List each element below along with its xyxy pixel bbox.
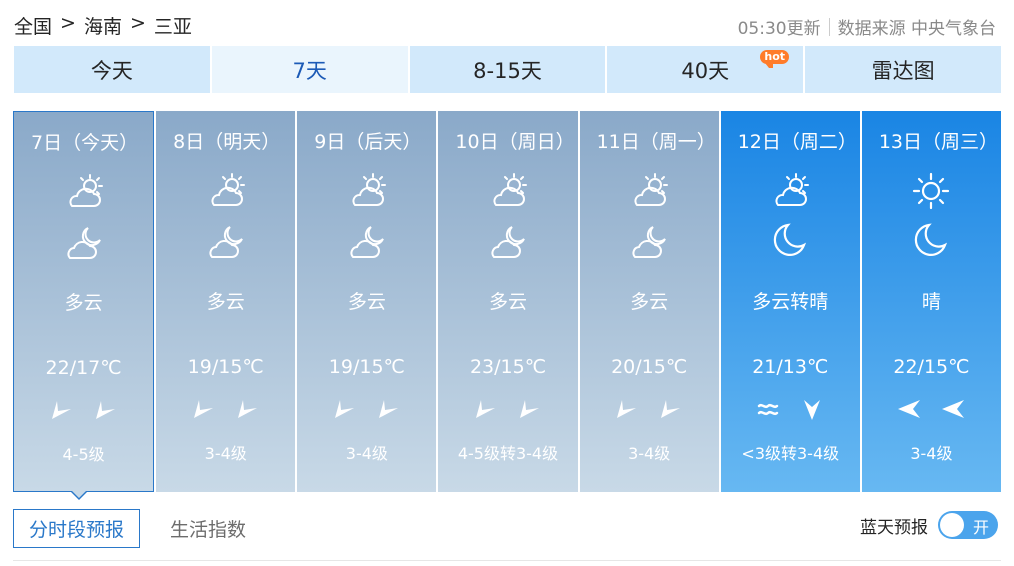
partly-cloudy-night-icon [202, 221, 250, 261]
wind-direction [156, 396, 295, 424]
arrow-left-icon [940, 396, 966, 424]
seven-day-forecast: 7日（今天） 多云 22/17℃ 4-5级 8日（明天） 多云 19/15℃ 3-4级 9日（后… [13, 111, 1001, 492]
day-date: 12日（周二） [737, 131, 857, 153]
weather-description: 晴 [921, 291, 941, 313]
variable-wind-icon [755, 396, 781, 424]
tab-life-index[interactable]: 生活指数 [170, 515, 246, 542]
partly-cloudy-night-icon [60, 222, 108, 262]
blue-sky-label: 蓝天预报 [860, 517, 928, 538]
partly-cloudy-day-icon [484, 171, 532, 211]
arrow-left-down-icon [93, 397, 119, 425]
tab-40-days[interactable]: 40天 hot [607, 46, 804, 93]
weather-description: 多云 [630, 291, 669, 313]
weather-description: 多云 [347, 291, 386, 313]
arrow-left-down-icon [614, 396, 640, 424]
arrow-left-down-icon [658, 396, 684, 424]
day-card[interactable]: 11日（周一） 多云 20/15℃ 3-4级 [579, 111, 719, 492]
day-card[interactable]: 13日（周三） 晴 22/15℃ 3-4级 [861, 111, 1001, 492]
day-date: 10日（周日） [455, 131, 575, 153]
day-card[interactable]: 9日（后天） 多云 19/15℃ 3-4级 [297, 111, 437, 492]
wind-direction [580, 396, 719, 424]
wind-direction [297, 396, 436, 424]
partly-cloudy-day-icon [343, 171, 391, 211]
bottom-tabs: 分时段预报 生活指数 [13, 509, 246, 548]
partly-cloudy-day-icon [766, 171, 814, 211]
wind-level: 3-4级 [204, 444, 247, 463]
toggle-knob [940, 513, 964, 537]
partly-cloudy-night-icon [625, 221, 673, 261]
arrow-left-down-icon [473, 396, 499, 424]
divider [828, 17, 830, 36]
breadcrumb-separator: > [129, 12, 146, 34]
wind-level: <3级转3-4级 [741, 444, 840, 463]
wind-direction [438, 396, 577, 424]
day-date: 9日（后天） [314, 131, 422, 153]
breadcrumb-item-country[interactable]: 全国 [14, 12, 52, 39]
weather-description: 多云 [64, 292, 103, 314]
moon-icon [766, 221, 814, 261]
temperature-range: 23/15℃ [469, 356, 547, 378]
partly-cloudy-day-icon [202, 171, 250, 211]
arrow-left-icon [896, 396, 922, 424]
temperature-range: 20/15℃ [611, 356, 688, 378]
wind-direction [721, 396, 860, 424]
partly-cloudy-night-icon [484, 221, 532, 261]
weather-description: 多云转晴 [752, 291, 829, 313]
tab-7-days[interactable]: 7天 [211, 46, 408, 93]
arrow-left-down-icon [49, 397, 75, 425]
wind-direction [862, 396, 1001, 424]
day-date: 11日（周一） [596, 131, 716, 153]
tab-8-15-days[interactable]: 8-15天 [409, 46, 606, 93]
tab-radar[interactable]: 雷达图 [805, 46, 1001, 93]
arrow-left-down-icon [191, 396, 217, 424]
day-card[interactable]: 8日（明天） 多云 19/15℃ 3-4级 [156, 111, 296, 492]
partly-cloudy-day-icon [60, 172, 108, 212]
arrow-left-down-icon [235, 396, 261, 424]
blue-sky-toggle[interactable]: 开 [938, 511, 998, 539]
tab-40-days-label: 40天 [681, 58, 730, 83]
wind-level: 4-5级转3-4级 [457, 444, 559, 463]
selected-day-pointer [70, 490, 88, 500]
divider [13, 560, 1001, 561]
weather-description: 多云 [488, 291, 527, 313]
breadcrumb-item-province[interactable]: 海南 [84, 12, 122, 39]
arrow-left-down-icon [332, 396, 358, 424]
partly-cloudy-day-icon [625, 171, 673, 211]
hot-badge: hot [760, 50, 790, 68]
wind-direction [14, 397, 153, 425]
day-date: 7日（今天） [31, 132, 139, 154]
day-date: 13日（周三） [878, 131, 999, 153]
day-card[interactable]: 7日（今天） 多云 22/17℃ 4-5级 [13, 111, 155, 492]
moon-icon [907, 221, 955, 261]
sun-icon [907, 171, 955, 211]
data-source: 05:30更新 数据来源 中央气象台 [738, 14, 996, 39]
day-card[interactable]: 10日（周日） 多云 23/15℃ 4-5级转3-4级 [438, 111, 578, 492]
tab-today[interactable]: 今天 [14, 46, 210, 93]
source-label: 数据来源 中央气象台 [837, 19, 996, 39]
arrow-left-down-icon [376, 396, 402, 424]
temperature-range: 21/13℃ [752, 356, 829, 378]
blue-sky-forecast: 蓝天预报 开 [860, 511, 998, 539]
breadcrumb-item-city: 三亚 [153, 16, 192, 38]
temperature-range: 22/15℃ [893, 356, 970, 378]
day-date: 8日（明天） [173, 131, 281, 153]
breadcrumb-separator: > [60, 12, 76, 34]
breadcrumb: 全国 > 海南 > 三亚 [14, 12, 192, 39]
tab-hourly-forecast[interactable]: 分时段预报 [13, 509, 141, 548]
temperature-range: 19/15℃ [328, 356, 405, 378]
wind-level: 3-4级 [910, 444, 953, 463]
arrow-left-down-icon [517, 396, 543, 424]
temperature-range: 19/15℃ [187, 356, 264, 378]
weather-description: 多云 [206, 291, 245, 313]
wind-level: 4-5级 [62, 445, 105, 464]
arrow-down-icon [799, 396, 825, 424]
temperature-range: 22/17℃ [45, 357, 122, 379]
wind-level: 3-4级 [628, 444, 671, 463]
forecast-tabs: 今天 7天 8-15天 40天 hot 雷达图 [14, 46, 1001, 93]
partly-cloudy-night-icon [343, 221, 391, 261]
wind-level: 3-4级 [345, 444, 388, 463]
day-card[interactable]: 12日（周二） 多云转晴 21/13℃ <3级转3-4级 [720, 111, 860, 492]
update-time: 05:30更新 [737, 19, 821, 39]
toggle-text: 开 [972, 518, 989, 537]
